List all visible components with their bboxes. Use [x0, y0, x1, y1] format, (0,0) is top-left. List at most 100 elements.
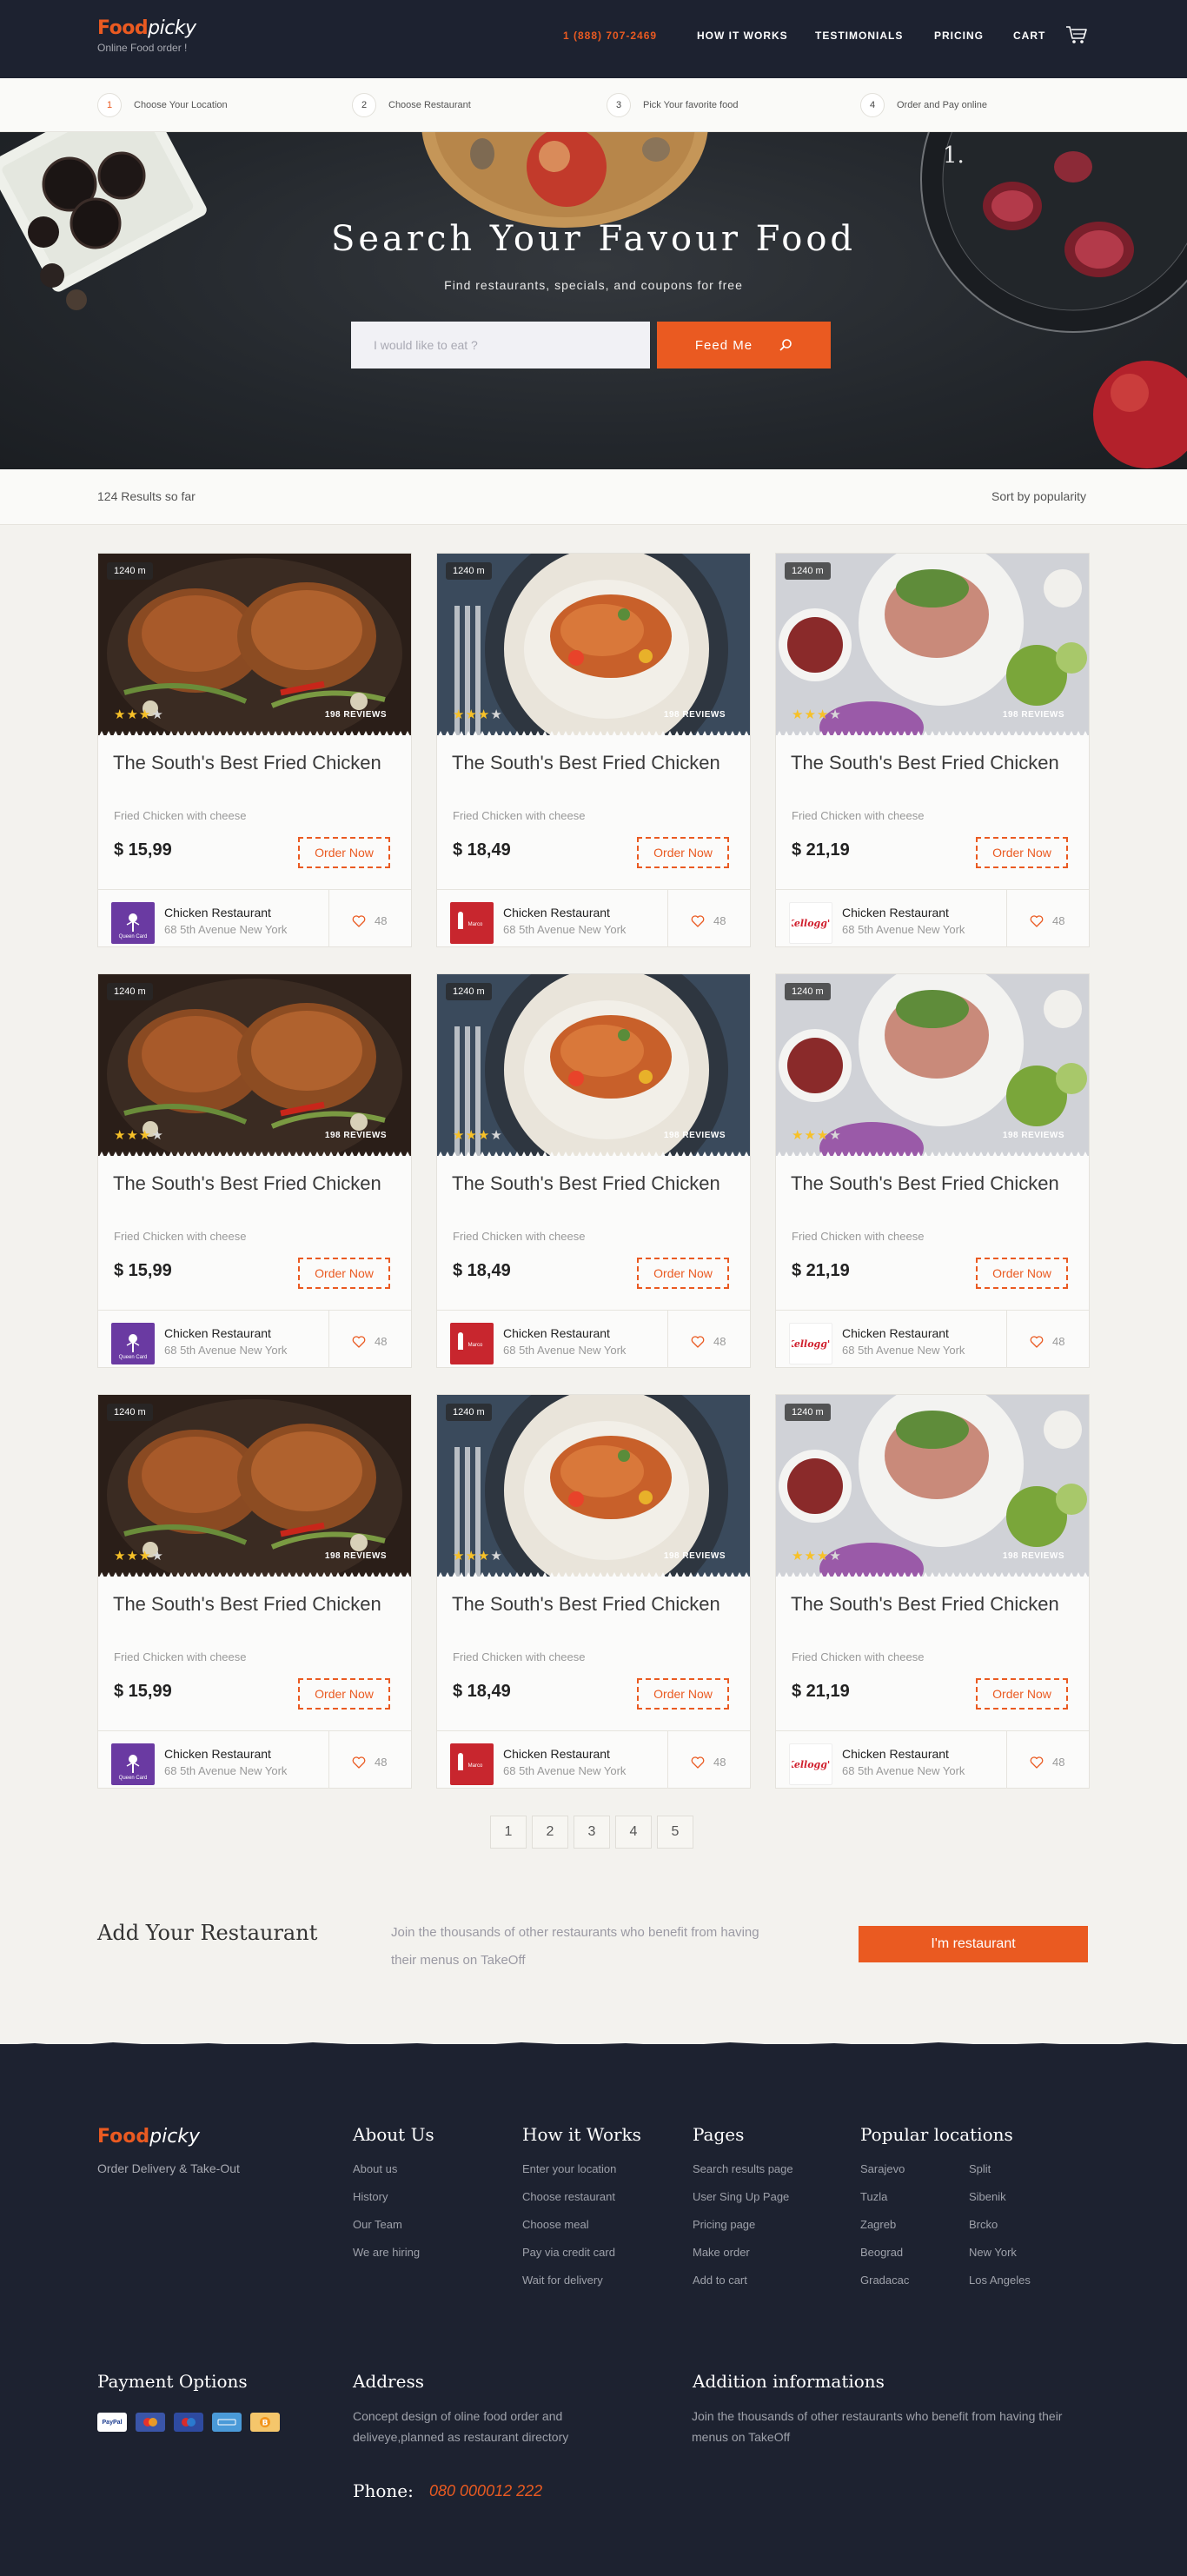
food-image[interactable]: 1240 m ★★★★ 198 REVIEWS	[437, 974, 750, 1156]
order-now-button[interactable]: Order Now	[298, 1258, 390, 1289]
footer-link-make-order[interactable]: Make order	[693, 2246, 750, 2259]
footer-link-signup[interactable]: User Sing Up Page	[693, 2190, 789, 2203]
like-button[interactable]: 48	[352, 914, 387, 927]
order-now-button[interactable]: Order Now	[637, 1258, 729, 1289]
card-title[interactable]: The South's Best Fried Chicken	[113, 1172, 391, 1195]
footer-link-add-cart[interactable]: Add to cart	[693, 2274, 747, 2287]
reviews-count[interactable]: 198 REVIEWS	[664, 710, 726, 720]
restaurant-name[interactable]: Chicken Restaurant	[503, 906, 610, 920]
food-image[interactable]: 1240 m ★★★★ 198 REVIEWS	[437, 554, 750, 735]
step-3[interactable]: 3 Pick Your favorite food	[607, 92, 738, 118]
order-now-button[interactable]: Order Now	[298, 837, 390, 868]
restaurant-name[interactable]: Chicken Restaurant	[503, 1747, 610, 1761]
footer-link-history[interactable]: History	[353, 2190, 388, 2203]
restaurant-card[interactable]: 1240 m ★★★★ 198 REVIEWS The South's Best…	[436, 1394, 751, 1789]
footer-link-meal[interactable]: Choose meal	[522, 2218, 589, 2231]
order-now-button[interactable]: Order Now	[976, 837, 1068, 868]
restaurant-name[interactable]: Chicken Restaurant	[164, 1747, 271, 1761]
page-3[interactable]: 3	[574, 1816, 610, 1849]
restaurant-card[interactable]: 1240 m ★★★★ 198 REVIEWS The South's Best…	[775, 553, 1090, 947]
footer-location-link[interactable]: Beograd	[860, 2246, 903, 2259]
reviews-count[interactable]: 198 REVIEWS	[1003, 710, 1064, 720]
nav-how-it-works[interactable]: HOW IT WORKS	[697, 30, 788, 42]
food-image[interactable]: 1240 m ★★★★ 198 REVIEWS	[437, 1395, 750, 1577]
footer-link-delivery[interactable]: Wait for delivery	[522, 2274, 603, 2287]
restaurant-card[interactable]: 1240 m ★★★★ 198 REVIEWS The South's Best…	[97, 1394, 412, 1789]
card-title[interactable]: The South's Best Fried Chicken	[791, 752, 1069, 774]
food-image[interactable]: 1240 m ★★★★ 198 REVIEWS	[776, 554, 1089, 735]
footer-link-hiring[interactable]: We are hiring	[353, 2246, 420, 2259]
like-button[interactable]: 48	[1030, 1756, 1064, 1769]
footer-location-link[interactable]: Brcko	[969, 2218, 998, 2231]
restaurant-name[interactable]: Chicken Restaurant	[164, 1326, 271, 1340]
footer-phone-number[interactable]: 080 000012 222	[429, 2482, 542, 2500]
footer-location-link[interactable]: Sarajevo	[860, 2162, 905, 2175]
reviews-count[interactable]: 198 REVIEWS	[325, 710, 387, 720]
search-input[interactable]	[351, 322, 650, 368]
card-title[interactable]: The South's Best Fried Chicken	[791, 1593, 1069, 1616]
like-button[interactable]: 48	[691, 1335, 726, 1348]
restaurant-card[interactable]: 1240 m ★★★★ 198 REVIEWS The South's Best…	[97, 553, 412, 947]
logo[interactable]: Foodpicky	[97, 17, 196, 39]
footer-link-location[interactable]: Enter your location	[522, 2162, 616, 2175]
order-now-button[interactable]: Order Now	[298, 1678, 390, 1710]
page-2[interactable]: 2	[532, 1816, 568, 1849]
footer-link-pay[interactable]: Pay via credit card	[522, 2246, 615, 2259]
restaurant-name[interactable]: Chicken Restaurant	[503, 1326, 610, 1340]
page-1[interactable]: 1	[490, 1816, 527, 1849]
food-image[interactable]: 1240 m ★★★★ 198 REVIEWS	[776, 1395, 1089, 1577]
footer-logo[interactable]: Foodpicky	[97, 2126, 200, 2148]
header-phone[interactable]: 1 (888) 707-2469	[563, 30, 657, 42]
page-5[interactable]: 5	[657, 1816, 693, 1849]
footer-location-link[interactable]: Gradacac	[860, 2274, 909, 2287]
footer-link-pricing[interactable]: Pricing page	[693, 2218, 755, 2231]
order-now-button[interactable]: Order Now	[637, 1678, 729, 1710]
restaurant-card[interactable]: 1240 m ★★★★ 198 REVIEWS The South's Best…	[436, 553, 751, 947]
like-button[interactable]: 48	[691, 1756, 726, 1769]
footer-location-link[interactable]: Tuzla	[860, 2190, 887, 2203]
card-title[interactable]: The South's Best Fried Chicken	[452, 1172, 730, 1195]
page-4[interactable]: 4	[615, 1816, 652, 1849]
food-image[interactable]: 1240 m ★★★★ 198 REVIEWS	[98, 554, 411, 735]
reviews-count[interactable]: 198 REVIEWS	[1003, 1131, 1064, 1140]
like-button[interactable]: 48	[1030, 914, 1064, 927]
footer-link-team[interactable]: Our Team	[353, 2218, 402, 2231]
reviews-count[interactable]: 198 REVIEWS	[664, 1131, 726, 1140]
restaurant-card[interactable]: 1240 m ★★★★ 198 REVIEWS The South's Best…	[775, 1394, 1090, 1789]
step-1[interactable]: 1 Choose Your Location	[97, 92, 228, 118]
nav-pricing[interactable]: PRICING	[934, 30, 984, 42]
footer-location-link[interactable]: Sibenik	[969, 2190, 1006, 2203]
restaurant-name[interactable]: Chicken Restaurant	[164, 906, 271, 920]
card-title[interactable]: The South's Best Fried Chicken	[113, 752, 391, 774]
food-image[interactable]: 1240 m ★★★★ 198 REVIEWS	[776, 974, 1089, 1156]
order-now-button[interactable]: Order Now	[637, 837, 729, 868]
restaurant-name[interactable]: Chicken Restaurant	[842, 1326, 949, 1340]
footer-link-search-results[interactable]: Search results page	[693, 2162, 793, 2175]
like-button[interactable]: 48	[352, 1756, 387, 1769]
reviews-count[interactable]: 198 REVIEWS	[1003, 1551, 1064, 1561]
footer-location-link[interactable]: Split	[969, 2162, 991, 2175]
card-title[interactable]: The South's Best Fried Chicken	[452, 752, 730, 774]
im-restaurant-button[interactable]: I'm restaurant	[859, 1926, 1088, 1962]
feed-me-button[interactable]: Feed Me	[657, 322, 831, 368]
footer-link-restaurant[interactable]: Choose restaurant	[522, 2190, 615, 2203]
footer-location-link[interactable]: New York	[969, 2246, 1017, 2259]
like-button[interactable]: 48	[691, 914, 726, 927]
footer-location-link[interactable]: Zagreb	[860, 2218, 896, 2231]
step-2[interactable]: 2 Choose Restaurant	[352, 92, 471, 118]
reviews-count[interactable]: 198 REVIEWS	[664, 1551, 726, 1561]
reviews-count[interactable]: 198 REVIEWS	[325, 1551, 387, 1561]
like-button[interactable]: 48	[1030, 1335, 1064, 1348]
card-title[interactable]: The South's Best Fried Chicken	[791, 1172, 1069, 1195]
card-title[interactable]: The South's Best Fried Chicken	[452, 1593, 730, 1616]
cart-icon[interactable]	[1065, 25, 1088, 44]
reviews-count[interactable]: 198 REVIEWS	[325, 1131, 387, 1140]
restaurant-name[interactable]: Chicken Restaurant	[842, 906, 949, 920]
footer-link-about[interactable]: About us	[353, 2162, 397, 2175]
food-image[interactable]: 1240 m ★★★★ 198 REVIEWS	[98, 1395, 411, 1577]
order-now-button[interactable]: Order Now	[976, 1258, 1068, 1289]
step-4[interactable]: 4 Order and Pay online	[860, 92, 987, 118]
restaurant-card[interactable]: 1240 m ★★★★ 198 REVIEWS The South's Best…	[436, 973, 751, 1368]
restaurant-card[interactable]: 1240 m ★★★★ 198 REVIEWS The South's Best…	[775, 973, 1090, 1368]
nav-cart[interactable]: CART	[1013, 30, 1045, 42]
